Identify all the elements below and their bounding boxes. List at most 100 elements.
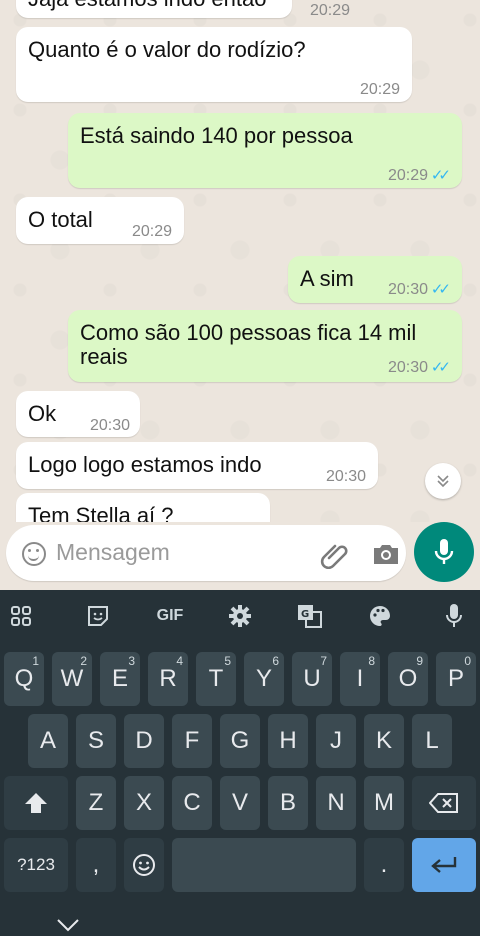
read-receipt-icon: ✓✓: [430, 167, 451, 184]
message-time: 20:30: [387, 281, 428, 298]
key-o[interactable]: O9: [388, 652, 428, 706]
key-t[interactable]: T5: [196, 652, 236, 706]
emoji-icon[interactable]: [22, 542, 46, 566]
key-a[interactable]: A: [28, 714, 68, 768]
message-text: Logo logo estamos indo: [28, 452, 262, 477]
message-incoming[interactable]: O total 20:29: [16, 197, 184, 244]
key-r[interactable]: R4: [148, 652, 188, 706]
theme-palette-icon[interactable]: [366, 602, 394, 630]
scroll-down-button[interactable]: [425, 463, 461, 499]
camera-icon[interactable]: [372, 542, 400, 566]
chevron-double-down-icon: [437, 475, 449, 488]
key-label: H: [279, 727, 297, 754]
key-label: I: [356, 665, 364, 692]
key-d[interactable]: D: [124, 714, 164, 768]
key-e[interactable]: E3: [100, 652, 140, 706]
backspace-key[interactable]: [412, 776, 476, 830]
message-text: Está saindo 140 por pessoa: [80, 123, 353, 148]
key-j[interactable]: J: [316, 714, 356, 768]
shift-arrow-icon: [25, 793, 47, 813]
message-input[interactable]: Mensagem: [6, 525, 406, 581]
key-hint: 0: [464, 654, 471, 668]
apps-grid-icon[interactable]: [8, 602, 36, 630]
message-text-line2: reais: [80, 344, 128, 369]
enter-key[interactable]: [412, 838, 476, 892]
key-hint: 8: [368, 654, 375, 668]
key-hint: 5: [224, 654, 231, 668]
message-outgoing[interactable]: Está saindo 140 por pessoa 20:29 ✓✓: [68, 113, 462, 188]
settings-gear-icon[interactable]: [226, 602, 254, 630]
key-m[interactable]: M: [364, 776, 404, 830]
key-n[interactable]: N: [316, 776, 356, 830]
key-label: .: [380, 851, 388, 878]
space-key[interactable]: [172, 838, 356, 892]
key-b[interactable]: B: [268, 776, 308, 830]
message-incoming[interactable]: Jaja estamos indo então 20:29: [16, 0, 350, 19]
key-label: A: [39, 727, 56, 754]
key-z[interactable]: Z: [76, 776, 116, 830]
message-outgoing[interactable]: A sim 20:30 ✓✓: [288, 256, 462, 303]
emoji-icon: [133, 854, 155, 876]
read-receipt-icon: ✓✓: [430, 281, 451, 298]
key-w[interactable]: W2: [52, 652, 92, 706]
key-label: M: [374, 789, 394, 816]
chat-area[interactable]: Jaja estamos indo então 20:29 Quanto é o…: [0, 0, 480, 522]
voice-input-icon[interactable]: [440, 602, 468, 630]
key-hint: 2: [80, 654, 87, 668]
sticker-icon[interactable]: [84, 602, 112, 630]
paperclip-icon[interactable]: [320, 539, 350, 569]
gif-button[interactable]: GIF: [152, 602, 188, 630]
key-l[interactable]: L: [412, 714, 452, 768]
shift-key[interactable]: [4, 776, 68, 830]
message-time: 20:29: [359, 81, 400, 98]
key-label: O: [398, 665, 418, 692]
key-k[interactable]: K: [364, 714, 404, 768]
key-i[interactable]: I8: [340, 652, 380, 706]
key-label: D: [135, 727, 153, 754]
message-time: 20:30: [387, 359, 428, 376]
emoji-key[interactable]: [124, 838, 164, 892]
key-label: K: [375, 727, 392, 754]
message-incoming[interactable]: Quanto é o valor do rodízio? 20:29: [16, 27, 412, 102]
key-c[interactable]: C: [172, 776, 212, 830]
key-v[interactable]: V: [220, 776, 260, 830]
key-u[interactable]: U7: [292, 652, 332, 706]
composer-bar: Mensagem: [0, 522, 480, 590]
key-label: C: [183, 789, 201, 816]
period-key[interactable]: .: [364, 838, 404, 892]
message-incoming[interactable]: Logo logo estamos indo 20:30: [16, 442, 378, 489]
key-label: G: [230, 727, 250, 754]
key-s[interactable]: S: [76, 714, 116, 768]
translate-icon[interactable]: G: [296, 602, 324, 630]
key-y[interactable]: Y6: [244, 652, 284, 706]
comma-key[interactable]: ,: [76, 838, 116, 892]
key-hint: 4: [176, 654, 183, 668]
message-time: 20:29: [309, 2, 350, 19]
key-label: V: [231, 789, 248, 816]
message-incoming[interactable]: Ok 20:30: [16, 391, 140, 437]
key-label: W: [60, 665, 84, 692]
key-label: ?123: [17, 855, 55, 874]
key-g[interactable]: G: [220, 714, 260, 768]
key-f[interactable]: F: [172, 714, 212, 768]
key-x[interactable]: X: [124, 776, 164, 830]
message-text: Como são 100 pessoas fica 14 mil: [80, 320, 417, 345]
message-text: A sim: [300, 266, 354, 291]
key-q[interactable]: Q1: [4, 652, 44, 706]
message-text: Ok: [28, 401, 57, 426]
key-p[interactable]: P0: [436, 652, 476, 706]
key-label: E: [111, 665, 128, 692]
message-outgoing[interactable]: Como são 100 pessoas fica 14 mil reais 2…: [68, 310, 462, 382]
symbols-key[interactable]: ?123: [4, 838, 68, 892]
key-label: U: [303, 665, 321, 692]
hide-keyboard-chevron-icon[interactable]: [56, 918, 80, 932]
key-label: Q: [14, 665, 34, 692]
message-incoming[interactable]: Tem Stella aí ?: [16, 493, 270, 522]
message-time: 20:30: [325, 468, 366, 485]
key-h[interactable]: H: [268, 714, 308, 768]
key-label: B: [279, 789, 296, 816]
svg-text:G: G: [301, 609, 309, 620]
message-text: Jaja estamos indo então: [28, 0, 267, 14]
key-hint: 9: [416, 654, 423, 668]
voice-message-button[interactable]: [414, 522, 474, 582]
